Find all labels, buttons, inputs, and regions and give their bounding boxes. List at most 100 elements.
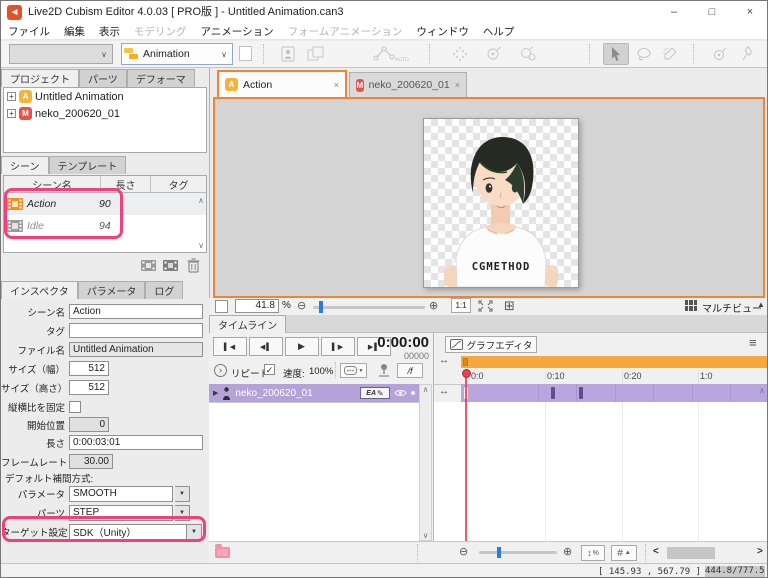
- actual-size-button[interactable]: 1:1: [451, 298, 471, 313]
- timeline-ruler[interactable]: [434, 370, 768, 385]
- keyframe-pin-icon[interactable]: [377, 362, 391, 378]
- snap-grid-button[interactable]: # ▲: [611, 545, 637, 561]
- go-start-button[interactable]: ▌◀: [213, 337, 247, 356]
- zoom-slider-track[interactable]: [313, 306, 425, 309]
- folder-icon[interactable]: [215, 547, 230, 558]
- parts-select[interactable]: STEP: [69, 505, 173, 521]
- chevron-down-icon[interactable]: ▼: [187, 524, 202, 540]
- timeline-zoom-handle[interactable]: [497, 547, 501, 558]
- close-tab-icon[interactable]: ×: [334, 80, 339, 90]
- playhead-line[interactable]: [465, 374, 467, 541]
- duplicate-scene-button[interactable]: [163, 259, 180, 273]
- keyframe-marker[interactable]: [579, 387, 583, 399]
- close-tab-icon[interactable]: ×: [455, 80, 460, 90]
- chevron-down-icon[interactable]: ▼: [175, 486, 190, 502]
- menu-animation[interactable]: アニメーション: [194, 24, 281, 39]
- track-header-neko[interactable]: ▶ neko_200620_01 EA✎: [209, 384, 419, 402]
- range-icon[interactable]: ↔: [439, 386, 449, 397]
- repeat-checkbox[interactable]: ✓: [264, 364, 275, 375]
- timeline-menu-icon[interactable]: ≡: [749, 335, 757, 350]
- tree-expand-icon[interactable]: +: [7, 92, 16, 101]
- tab-parts[interactable]: パーツ: [79, 69, 127, 87]
- background-color-swatch[interactable]: [215, 300, 228, 313]
- menu-window[interactable]: ウィンドウ: [409, 24, 476, 39]
- playhead-pin[interactable]: [462, 369, 471, 378]
- tab-deformer[interactable]: デフォーマ: [127, 69, 195, 87]
- work-area-start-handle[interactable]: [463, 358, 468, 366]
- tree-item-animation[interactable]: + A Untitled Animation: [4, 88, 206, 105]
- zoom-in-icon[interactable]: ⊕: [429, 299, 438, 312]
- scroll-right-icon[interactable]: >: [757, 546, 763, 557]
- zoom-out-icon[interactable]: ⊖: [459, 545, 468, 558]
- tab-timeline[interactable]: タイムライン: [209, 315, 286, 333]
- fit-view-icon[interactable]: [477, 299, 494, 313]
- track-edit-badge[interactable]: EA✎: [360, 387, 390, 399]
- graph-editor-button[interactable]: グラフエディタ: [445, 336, 537, 353]
- doc-tab-action[interactable]: A Action ×: [217, 70, 347, 97]
- menu-edit[interactable]: 編集: [57, 24, 92, 39]
- tag-field[interactable]: [69, 323, 203, 338]
- menu-view[interactable]: 表示: [92, 24, 127, 39]
- column-scene-name[interactable]: シーン名: [4, 176, 101, 192]
- timeline-hscroll-thumb[interactable]: [667, 547, 715, 559]
- start-pos-field[interactable]: 0: [69, 417, 109, 432]
- grid-toggle-icon[interactable]: ⊞: [504, 298, 515, 314]
- prev-frame-button[interactable]: ◀▌: [249, 337, 283, 356]
- play-button[interactable]: ▶: [285, 337, 319, 356]
- length-field[interactable]: 0:00:03:01: [69, 435, 203, 450]
- parameter-select[interactable]: SMOOTH: [69, 486, 173, 502]
- delete-scene-button[interactable]: [187, 258, 200, 273]
- scroll-up-icon[interactable]: ∧: [198, 196, 204, 205]
- minimize-button[interactable]: –: [655, 1, 693, 23]
- scene-row-idle[interactable]: Idle 94: [4, 215, 206, 237]
- range-icon[interactable]: ↔: [439, 355, 449, 366]
- tree-item-model[interactable]: + M neko_200620_01: [4, 105, 206, 122]
- scroll-up-icon[interactable]: ∧: [420, 385, 431, 394]
- doc-tab-neko[interactable]: M neko_200620_01 ×: [349, 72, 467, 97]
- tree-expand-icon[interactable]: +: [7, 109, 16, 118]
- scroll-up-icon[interactable]: ∧: [759, 386, 765, 395]
- speed-value[interactable]: 100%: [309, 366, 333, 377]
- zoom-out-icon[interactable]: ⊖: [297, 299, 306, 312]
- column-length[interactable]: 長さ: [101, 176, 151, 192]
- timeline-zoom-track[interactable]: [479, 551, 557, 554]
- width-field[interactable]: 512: [69, 361, 109, 376]
- close-button[interactable]: ×: [731, 1, 768, 23]
- arrow-tool-icon[interactable]: [603, 43, 629, 65]
- scene-row-action[interactable]: Action 90: [4, 193, 206, 215]
- scroll-down-icon[interactable]: ∨: [198, 241, 204, 250]
- track-state-dot[interactable]: [411, 391, 415, 395]
- fix-aspect-checkbox[interactable]: [69, 401, 81, 413]
- loop-play-icon[interactable]: ›: [214, 364, 227, 377]
- height-field[interactable]: 512: [69, 380, 109, 395]
- tab-scene[interactable]: シーン: [1, 156, 49, 174]
- zoom-slider-handle[interactable]: [319, 301, 323, 313]
- next-frame-button[interactable]: ▌▶: [321, 337, 355, 356]
- per-frame-button[interactable]: /f: [397, 363, 423, 378]
- zoom-value-field[interactable]: 41.8: [235, 299, 279, 313]
- chevron-down-icon[interactable]: ▼: [175, 505, 190, 521]
- keyframe-marker[interactable]: [551, 387, 555, 399]
- tab-template[interactable]: テンプレート: [49, 156, 127, 174]
- maximize-button[interactable]: □: [693, 1, 731, 23]
- multiview-expand-icon[interactable]: ▲: [757, 300, 765, 309]
- canvas-viewport[interactable]: CGMETHOD: [213, 97, 765, 298]
- tab-log[interactable]: ログ: [145, 281, 183, 299]
- timeline-vscrollbar[interactable]: ∧ ∨: [419, 384, 432, 541]
- tab-inspector[interactable]: インスペクタ: [1, 281, 78, 299]
- tab-parameter[interactable]: パラメータ: [78, 281, 146, 299]
- canvas-stage[interactable]: CGMETHOD: [423, 118, 579, 288]
- onion-skin-button[interactable]: ▼: [340, 363, 367, 378]
- track-expand-icon[interactable]: ▶: [213, 389, 218, 397]
- tab-project[interactable]: プロジェクト: [1, 69, 79, 87]
- scroll-left-icon[interactable]: <: [653, 546, 659, 557]
- multiview-label[interactable]: マルチビュー: [702, 300, 762, 315]
- work-area-bar[interactable]: [461, 356, 768, 368]
- new-scene-button[interactable]: [141, 259, 158, 273]
- scene-name-field[interactable]: Action: [69, 304, 203, 319]
- workspace-select[interactable]: ∨: [9, 44, 113, 64]
- mode-select[interactable]: Animation ∨: [121, 43, 233, 65]
- menu-help[interactable]: ヘルプ: [476, 24, 522, 39]
- scroll-down-icon[interactable]: ∨: [420, 531, 431, 540]
- target-setting-select[interactable]: SDK（Unity）: [69, 524, 187, 540]
